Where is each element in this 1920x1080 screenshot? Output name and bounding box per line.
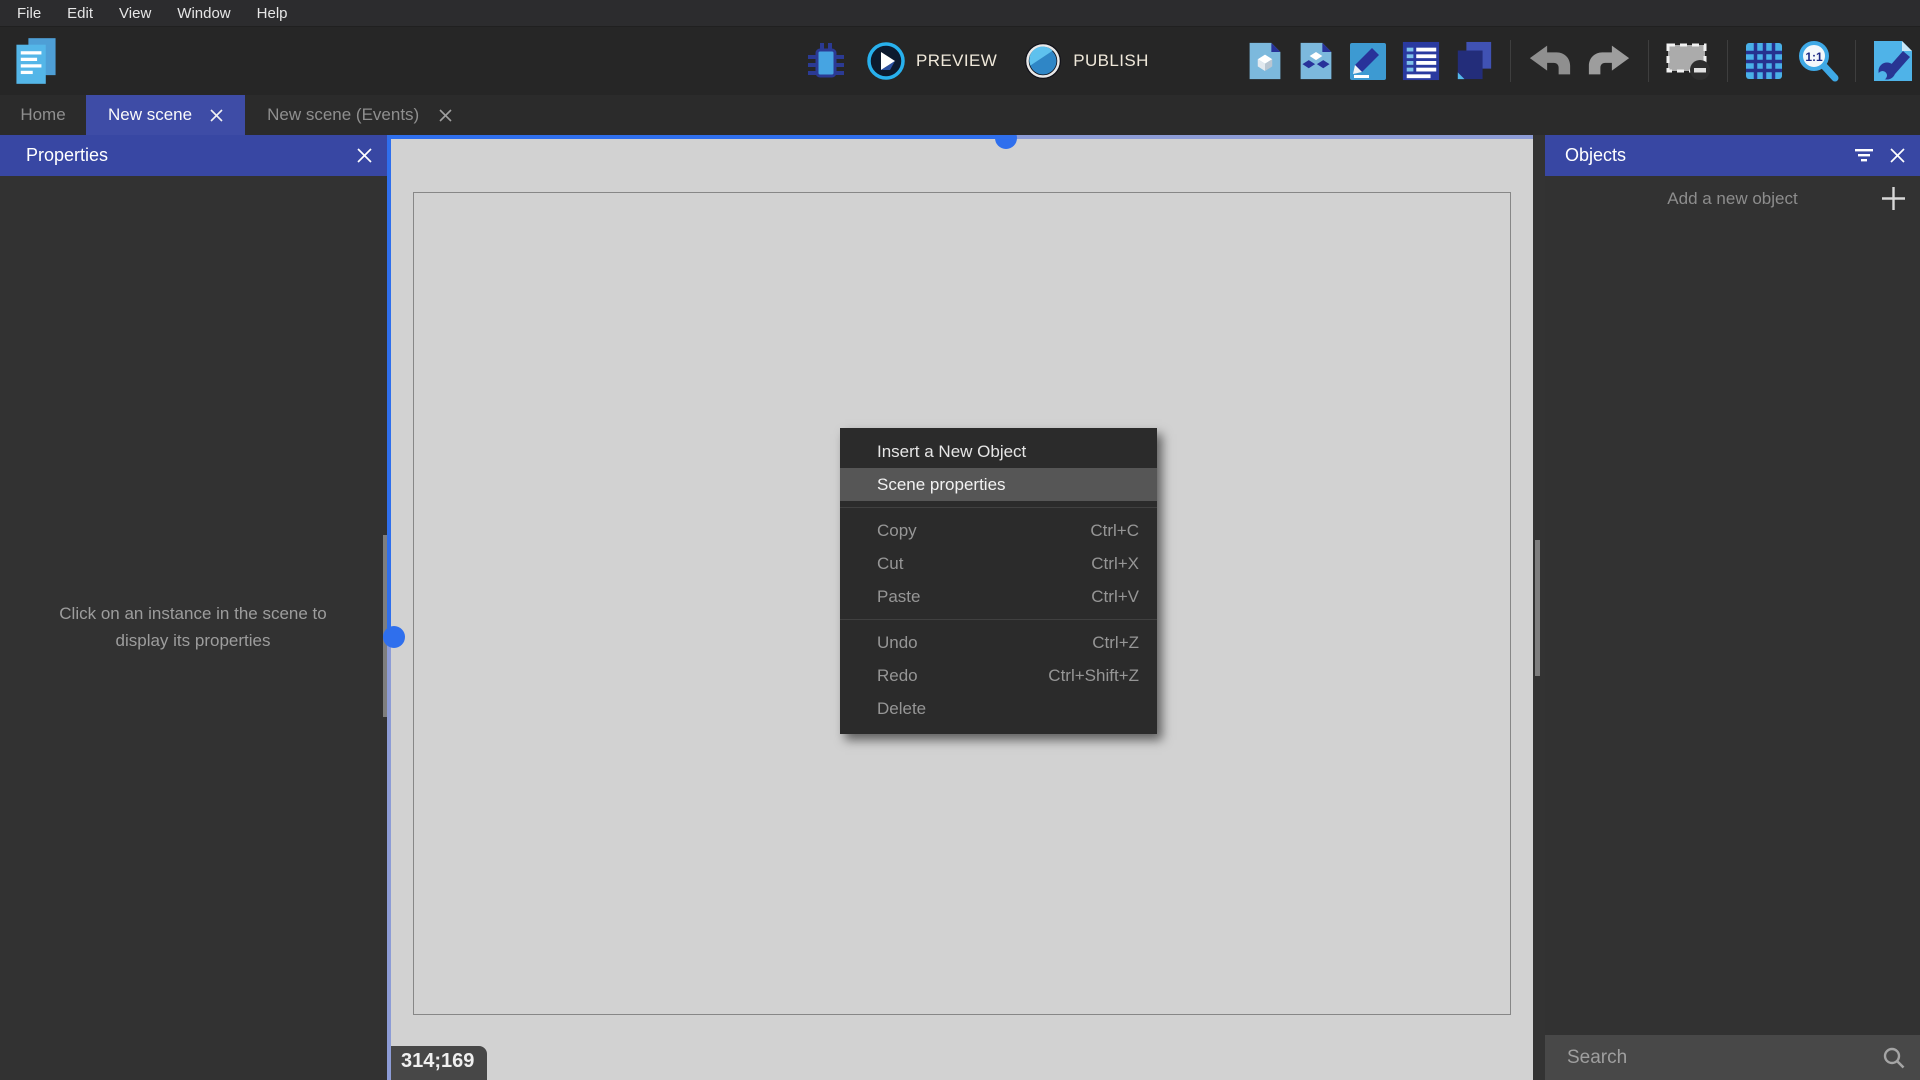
canvas-scrollbar-thumb[interactable] [1535, 540, 1540, 676]
panel-resize-line-vertical-faded [387, 637, 391, 1080]
close-icon[interactable] [439, 109, 452, 122]
project-wrench-icon[interactable] [1872, 39, 1914, 83]
layers-icon[interactable] [1454, 39, 1494, 83]
menu-window[interactable]: Window [164, 5, 243, 22]
menu-edit[interactable]: Edit [54, 5, 106, 22]
panel-resize-line-horizontal [391, 135, 1006, 139]
debug-icon[interactable] [806, 39, 846, 83]
properties-panel: Properties Click on an instance in the s… [0, 135, 387, 1080]
mask-icon[interactable] [1665, 41, 1711, 81]
publish-globe-icon [1023, 41, 1063, 81]
context-menu-item-paste: Paste Ctrl+V [840, 580, 1157, 613]
context-menu-item-undo: Undo Ctrl+Z [840, 626, 1157, 659]
preview-label: PREVIEW [916, 51, 997, 71]
tab-bar: Home New scene New scene (Events) [0, 95, 1920, 135]
toolbar-separator [1510, 40, 1511, 82]
redo-icon[interactable] [1586, 44, 1632, 78]
shortcut-label: Ctrl+X [1091, 554, 1139, 574]
tab-new-scene-events[interactable]: New scene (Events) [245, 95, 474, 135]
edit-objects-icon[interactable] [1297, 39, 1335, 83]
close-icon[interactable] [357, 148, 372, 163]
filter-icon[interactable] [1854, 148, 1874, 163]
properties-panel-header: Properties [0, 135, 387, 176]
toolbar-separator [1648, 40, 1649, 82]
events-sheet-icon[interactable] [1401, 39, 1441, 83]
toolbar-separator [1727, 40, 1728, 82]
add-new-object-label: Add a new object [1667, 189, 1797, 209]
tab-home[interactable]: Home [0, 95, 86, 135]
menu-help[interactable]: Help [244, 5, 301, 22]
objects-panel: Objects Add a new object [1545, 135, 1920, 1080]
context-menu-separator [840, 619, 1157, 620]
grid-icon[interactable] [1744, 41, 1784, 81]
panel-resize-handle-top[interactable] [995, 135, 1017, 149]
edit-scene-properties-icon[interactable] [1348, 39, 1388, 83]
panel-resize-line-horizontal-faded [1006, 135, 1533, 139]
properties-empty-message: Click on an instance in the scene to dis… [24, 600, 362, 654]
objects-search-bar [1545, 1035, 1920, 1080]
context-menu-item-cut: Cut Ctrl+X [840, 547, 1157, 580]
plus-icon[interactable] [1880, 185, 1907, 217]
undo-icon[interactable] [1527, 44, 1573, 78]
add-new-object-button[interactable]: Add a new object [1545, 176, 1920, 222]
tab-new-scene-label: New scene [108, 105, 192, 125]
preview-button[interactable]: PREVIEW [866, 41, 997, 81]
search-icon [1882, 1046, 1906, 1070]
shortcut-label: Ctrl+V [1091, 587, 1139, 607]
toolbar: PREVIEW PUBLISH [0, 27, 1920, 95]
close-icon[interactable] [210, 109, 223, 122]
properties-panel-title: Properties [26, 145, 341, 166]
tab-new-scene-events-label: New scene (Events) [267, 105, 419, 125]
toolbar-separator [1855, 40, 1856, 82]
cursor-coordinates-badge: 314;169 [391, 1046, 487, 1080]
context-menu-item-copy: Copy Ctrl+C [840, 514, 1157, 547]
close-icon[interactable] [1890, 148, 1905, 163]
tab-new-scene[interactable]: New scene [86, 95, 245, 135]
svg-text:1:1: 1:1 [1805, 50, 1823, 64]
zoom-1-1-icon[interactable]: 1:1 [1797, 40, 1839, 82]
menu-view[interactable]: View [106, 5, 164, 22]
publish-label: PUBLISH [1073, 51, 1149, 71]
objects-panel-header: Objects [1545, 135, 1920, 176]
panel-resize-handle-left[interactable] [383, 626, 405, 648]
context-menu-item-insert-new-object[interactable]: Insert a New Object [840, 435, 1157, 468]
edit-scene-icon[interactable] [1246, 39, 1284, 83]
menu-file[interactable]: File [4, 5, 54, 22]
shortcut-label: Ctrl+C [1090, 521, 1139, 541]
context-menu-item-redo: Redo Ctrl+Shift+Z [840, 659, 1157, 692]
objects-panel-title: Objects [1565, 145, 1838, 166]
play-icon [866, 41, 906, 81]
menu-bar: File Edit View Window Help [0, 0, 1920, 27]
context-menu-item-delete: Delete [840, 692, 1157, 725]
context-menu-item-scene-properties[interactable]: Scene properties [840, 468, 1157, 501]
shortcut-label: Ctrl+Shift+Z [1048, 666, 1139, 686]
search-input[interactable] [1567, 1047, 1882, 1069]
panel-resize-line-vertical [387, 135, 391, 637]
tab-home-label: Home [20, 105, 65, 125]
shortcut-label: Ctrl+Z [1092, 633, 1139, 653]
context-menu-separator [840, 507, 1157, 508]
context-menu: Insert a New Object Scene properties Cop… [840, 428, 1157, 734]
publish-button[interactable]: PUBLISH [1023, 41, 1149, 81]
gdevelop-app-icon [12, 36, 60, 86]
